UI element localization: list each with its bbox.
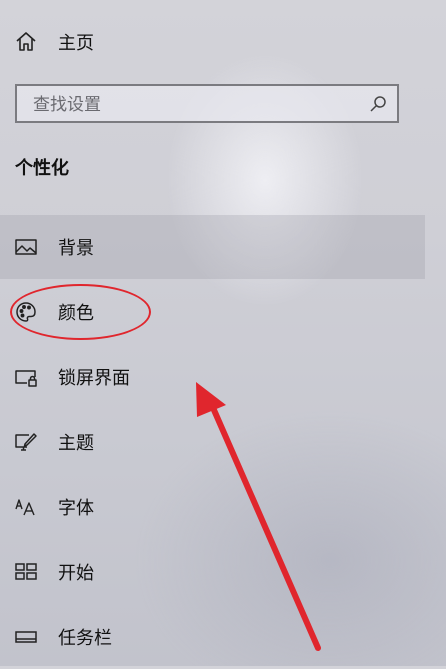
- lock-screen-icon: [14, 365, 38, 389]
- font-icon: [14, 495, 38, 519]
- start-icon: [14, 560, 38, 584]
- nav-item-label: 锁屏界面: [58, 368, 130, 389]
- taskbar-icon: [14, 625, 38, 649]
- theme-icon: [14, 430, 38, 454]
- nav-item-start[interactable]: 开始: [0, 540, 425, 604]
- palette-icon: [14, 300, 38, 324]
- nav-item-themes[interactable]: 主题: [0, 410, 425, 474]
- home-link[interactable]: 主页: [14, 26, 214, 58]
- search-box[interactable]: [15, 84, 399, 123]
- nav-item-background[interactable]: 背景: [0, 215, 425, 279]
- nav-item-colors[interactable]: 颜色: [0, 280, 425, 344]
- nav-item-taskbar[interactable]: 任务栏: [0, 605, 425, 669]
- nav-item-label: 字体: [58, 498, 94, 519]
- home-icon: [14, 30, 38, 54]
- search-input[interactable]: [31, 91, 355, 119]
- nav-item-label: 任务栏: [58, 628, 112, 649]
- home-label: 主页: [58, 33, 94, 54]
- image-icon: [14, 235, 38, 259]
- nav-item-label: 主题: [58, 433, 94, 454]
- nav-item-fonts[interactable]: 字体: [0, 475, 425, 539]
- search-icon[interactable]: [369, 95, 387, 113]
- nav-item-lock-screen[interactable]: 锁屏界面: [0, 345, 425, 409]
- nav-item-label: 颜色: [58, 303, 94, 324]
- nav-item-label: 开始: [58, 563, 94, 584]
- section-title: 个性化: [15, 158, 69, 179]
- nav-item-label: 背景: [58, 238, 94, 259]
